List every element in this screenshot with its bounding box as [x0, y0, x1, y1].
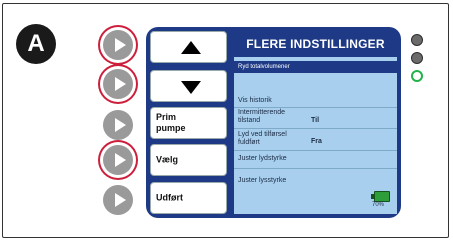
- divider: [234, 107, 397, 108]
- side-button-1[interactable]: [103, 30, 133, 60]
- divider: [234, 168, 397, 169]
- select-label: Vælg: [156, 154, 179, 165]
- side-button-5[interactable]: [103, 185, 133, 215]
- menu-item-history[interactable]: Vis historik: [238, 97, 272, 105]
- pump-device: Prim pumpe Vælg Udført FLERE INDSTILLING…: [146, 27, 401, 218]
- battery-icon: [371, 191, 390, 202]
- arrow-up-icon: [181, 41, 201, 54]
- side-button-4[interactable]: [103, 145, 133, 175]
- side-button-2[interactable]: [103, 69, 133, 99]
- screen-title: FLERE INDSTILLINGER: [234, 31, 397, 57]
- device-screen: FLERE INDSTILLINGER Ryd totalvolumener V…: [234, 31, 397, 214]
- menu-item-brightness[interactable]: Juster lysstyrke: [238, 177, 286, 185]
- prime-pump-softkey[interactable]: Prim pumpe: [150, 107, 227, 139]
- done-label: Udført: [156, 192, 183, 203]
- select-softkey[interactable]: Vælg: [150, 144, 227, 176]
- menu-item-completion-sound[interactable]: Lyd ved tilførsel fuldført: [238, 131, 287, 147]
- battery-percent: 70%: [372, 202, 385, 208]
- prime-pump-label: Prim pumpe: [156, 112, 186, 133]
- play-triangle-icon: [115, 118, 126, 132]
- figure-label-badge: A: [16, 24, 56, 64]
- play-triangle-icon: [115, 38, 126, 52]
- scroll-down-softkey[interactable]: [150, 70, 227, 102]
- done-softkey[interactable]: Udført: [150, 182, 227, 214]
- play-triangle-icon: [115, 153, 126, 167]
- completion-sound-value: Fra: [311, 138, 322, 145]
- divider: [234, 128, 397, 129]
- menu-item-volume[interactable]: Juster lydstyrke: [238, 155, 287, 163]
- divider: [234, 150, 397, 151]
- scroll-up-softkey[interactable]: [150, 31, 227, 63]
- arrow-down-icon: [181, 81, 201, 94]
- led-green: [411, 70, 423, 82]
- led-gray-2: [411, 52, 423, 64]
- led-gray-1: [411, 34, 423, 46]
- play-triangle-icon: [115, 77, 126, 91]
- side-button-3[interactable]: [103, 110, 133, 140]
- menu-item-intermittent[interactable]: Intermitterende tilstand: [238, 109, 285, 125]
- play-triangle-icon: [115, 193, 126, 207]
- selected-menu-item[interactable]: Ryd totalvolumener: [234, 61, 397, 73]
- intermittent-value: Til: [311, 117, 320, 124]
